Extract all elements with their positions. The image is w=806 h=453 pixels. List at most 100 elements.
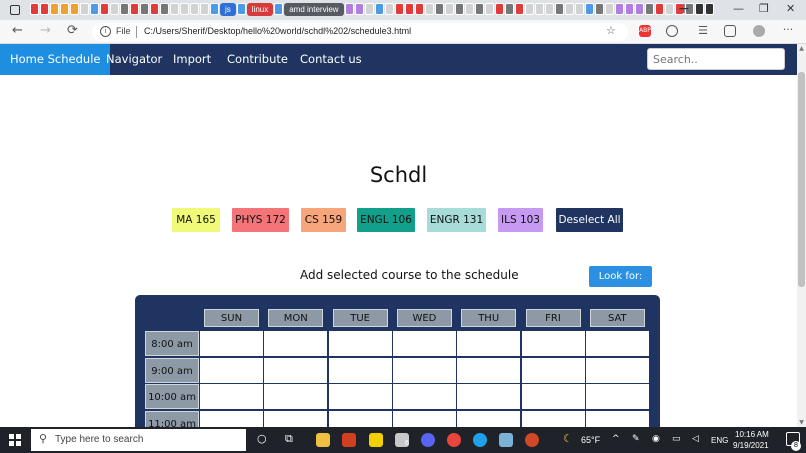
pinned-tab-13[interactable]: [160, 3, 169, 15]
schedule-cell-mon-8[interactable]: [264, 331, 328, 356]
edge-icon[interactable]: [473, 433, 487, 447]
scroll-down-arrow-icon[interactable]: ▼: [797, 418, 806, 427]
windows-start-icon[interactable]: [9, 434, 21, 446]
nav-contact-us[interactable]: Contact us: [290, 44, 372, 75]
right-tab-30[interactable]: [644, 3, 654, 15]
clock-time[interactable]: 10:16 AM: [735, 430, 769, 439]
schedule-cell-sun-8[interactable]: [200, 331, 263, 356]
browser-tab-2[interactable]: amd interview: [284, 3, 344, 16]
pinned-tab-1[interactable]: [40, 3, 49, 15]
right-tab-1[interactable]: [354, 3, 364, 15]
sticky-notes-icon[interactable]: [369, 433, 383, 447]
right-tab-4[interactable]: [384, 3, 394, 15]
right-tab-16[interactable]: [504, 3, 514, 15]
battery-icon[interactable]: ▭: [672, 434, 681, 444]
right-tab-0[interactable]: [344, 3, 354, 15]
task-view-icon[interactable]: ⧉: [285, 432, 293, 446]
language-indicator[interactable]: ENG: [711, 436, 728, 445]
nav-home-schedule[interactable]: Home Schedule: [0, 44, 111, 75]
favorites-icon[interactable]: ☰: [697, 25, 709, 37]
pinned-tab-10[interactable]: [130, 3, 139, 15]
new-tab-button[interactable]: +: [678, 2, 690, 16]
extension-icon[interactable]: [666, 25, 678, 37]
schedule-cell-fri-10[interactable]: [521, 384, 585, 409]
taskbar-search-box[interactable]: ⚲ Type here to search: [31, 429, 246, 451]
right-tab-26[interactable]: [604, 3, 614, 15]
course-button-ils-103[interactable]: ILS 103: [498, 208, 543, 232]
right-tab-18[interactable]: [524, 3, 534, 15]
right-tab-11[interactable]: [454, 3, 464, 15]
pinned-tab-between-0[interactable]: [236, 3, 246, 15]
right-tab-32[interactable]: [664, 3, 674, 15]
schedule-cell-fri-8[interactable]: [521, 331, 585, 356]
clock-date[interactable]: 9/19/2021: [733, 441, 769, 450]
minimize-button[interactable]: —: [733, 3, 744, 15]
right-tab-17[interactable]: [514, 3, 524, 15]
pinned-tab-11[interactable]: [140, 3, 149, 15]
right-tab-5[interactable]: [394, 3, 404, 15]
right-tab-12[interactable]: [464, 3, 474, 15]
tab-actions-icon[interactable]: [10, 5, 20, 15]
network-icon[interactable]: ◉: [652, 434, 660, 444]
volume-icon[interactable]: ◁: [692, 434, 699, 444]
scroll-up-arrow-icon[interactable]: ▲: [797, 44, 806, 53]
search-input[interactable]: [647, 48, 785, 70]
course-button-phys-172[interactable]: PHYS 172: [232, 208, 289, 232]
right-tab-9[interactable]: [434, 3, 444, 15]
schedule-cell-sat-10[interactable]: [585, 384, 649, 409]
app-icon[interactable]: [499, 433, 513, 447]
pinned-tab-9[interactable]: [120, 3, 129, 15]
right-tab-27[interactable]: [614, 3, 624, 15]
address-bar[interactable]: i File C:/Users/Sherif/Desktop/hello%20w…: [92, 23, 628, 41]
adblock-extension-icon[interactable]: ABP: [639, 25, 651, 37]
nav-contribute[interactable]: Contribute: [217, 44, 298, 75]
file-explorer-icon[interactable]: [316, 433, 330, 447]
course-button-engr-131[interactable]: ENGR 131: [427, 208, 486, 232]
powerpoint-icon[interactable]: [525, 433, 539, 447]
cortana-icon[interactable]: ○: [257, 432, 267, 445]
pinned-tab-8[interactable]: [110, 3, 119, 15]
scroll-thumb[interactable]: [798, 72, 805, 287]
right-tab-13[interactable]: [474, 3, 484, 15]
info-icon[interactable]: i: [100, 26, 111, 37]
right-tab-7[interactable]: [414, 3, 424, 15]
course-button-ma-165[interactable]: MA 165: [172, 208, 220, 232]
pinned-tab-2[interactable]: [50, 3, 59, 15]
right-tab-21[interactable]: [554, 3, 564, 15]
pinned-tab-3[interactable]: [60, 3, 69, 15]
url-text[interactable]: C:/Users/Sherif/Desktop/hello%20world/sc…: [144, 26, 411, 36]
pinned-tab-4[interactable]: [70, 3, 79, 15]
right-tab-28[interactable]: [624, 3, 634, 15]
pinned-tab-15[interactable]: [180, 3, 189, 15]
back-button[interactable]: ←: [12, 24, 23, 38]
nav-navigator[interactable]: Navigator: [96, 44, 172, 75]
profile-avatar[interactable]: [753, 25, 765, 37]
browser-tab-0[interactable]: js: [220, 3, 236, 16]
maximize-button[interactable]: ❐: [759, 3, 769, 15]
right-tab-3[interactable]: [374, 3, 384, 15]
pinned-tab-17[interactable]: [200, 3, 209, 15]
right-tab-8[interactable]: [424, 3, 434, 15]
pinned-tab-5[interactable]: [80, 3, 89, 15]
right-tab-2[interactable]: [364, 3, 374, 15]
schedule-cell-tue-10[interactable]: [328, 384, 392, 409]
pinned-tab-14[interactable]: [170, 3, 179, 15]
right-tab-23[interactable]: [574, 3, 584, 15]
schedule-cell-wed-9[interactable]: [392, 357, 456, 383]
favorite-star-icon[interactable]: ☆: [606, 24, 616, 37]
right-tab-20[interactable]: [544, 3, 554, 15]
right-tab-31[interactable]: [654, 3, 664, 15]
discord-icon[interactable]: [421, 433, 435, 447]
browser-menu-icon[interactable]: ···: [782, 24, 794, 37]
schedule-cell-sun-10[interactable]: [200, 384, 263, 409]
browser-tab-1[interactable]: linux: [246, 3, 274, 16]
forward-button[interactable]: →: [40, 24, 51, 38]
reload-button[interactable]: ⟳: [67, 24, 78, 38]
right-tab-36[interactable]: [704, 3, 714, 15]
close-button[interactable]: ✕: [786, 3, 795, 15]
right-tab-22[interactable]: [564, 3, 574, 15]
office-icon[interactable]: [342, 433, 356, 447]
schedule-cell-thu-8[interactable]: [457, 331, 521, 356]
look-for-button[interactable]: Look for:: [589, 266, 652, 287]
schedule-cell-tue-8[interactable]: [328, 331, 392, 356]
